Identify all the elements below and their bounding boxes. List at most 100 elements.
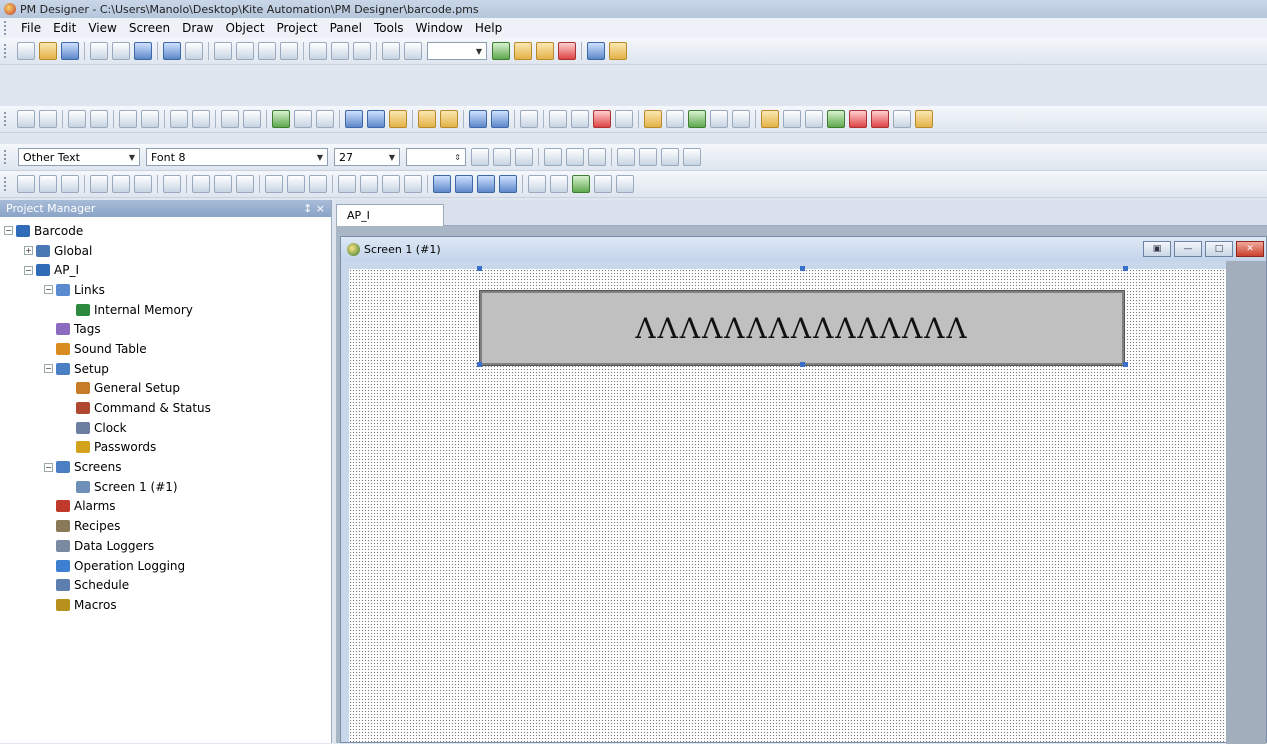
camera-icon[interactable] [549,110,567,128]
design-canvas[interactable]: ΛΛΛΛΛΛΛΛΛΛΛΛΛΛΛ [349,266,1226,742]
justify-icon[interactable] [683,148,701,166]
tree-tags[interactable]: Tags [0,319,331,339]
tree-screens[interactable]: − Screens [0,457,331,477]
tree-sound-table[interactable]: Sound Table [0,339,331,359]
spin-combo[interactable]: ⇕ [406,148,466,166]
menu-edit[interactable]: Edit [47,21,82,35]
tree-passwords[interactable]: Passwords [0,438,331,458]
tree-global[interactable]: + Global [0,241,331,261]
help-icon[interactable] [609,42,627,60]
screen-window-titlebar[interactable]: Screen 1 (#1) ▣ — □ ✕ [341,237,1266,261]
restore-layout-icon[interactable]: ▣ [1143,241,1171,257]
tree-macros[interactable]: Macros [0,595,331,615]
menu-screen[interactable]: Screen [123,21,176,35]
flip-v-icon[interactable] [550,175,568,193]
align-left-edges-icon[interactable] [17,175,35,193]
ungroup-icon[interactable] [360,175,378,193]
space-horizontal-icon[interactable] [265,175,283,193]
tree-recipes[interactable]: Recipes [0,516,331,536]
line-style-icon[interactable] [566,148,584,166]
snap-icon[interactable] [404,42,422,60]
menu-file[interactable]: File [15,21,47,35]
tree-data-loggers[interactable]: Data Loggers [0,536,331,556]
resize-handle[interactable] [800,362,805,367]
order-4-icon[interactable] [499,175,517,193]
animation-icon[interactable] [440,110,458,128]
menu-draw[interactable]: Draw [176,21,219,35]
line-color-icon[interactable] [493,148,511,166]
save-icon[interactable] [61,42,79,60]
align-left-icon[interactable] [617,148,635,166]
toolbar-grip[interactable] [4,112,9,126]
toolbar-grip[interactable] [4,21,9,35]
resize-handle[interactable] [477,362,482,367]
logger-icon[interactable] [710,110,728,128]
string-field-icon[interactable] [491,110,509,128]
space-vertical-icon[interactable] [287,175,305,193]
multistate-icon[interactable] [39,110,57,128]
button-object-icon[interactable] [17,110,35,128]
tree-barcode[interactable]: − Barcode [0,221,331,241]
toolbar-grip[interactable] [4,177,9,191]
keypad-icon[interactable] [783,110,801,128]
properties-icon[interactable] [587,42,605,60]
tree-schedule[interactable]: Schedule [0,575,331,595]
library-icon[interactable] [915,110,933,128]
expand-toggle-icon[interactable]: + [24,246,33,256]
close-icon[interactable]: ✕ [1236,241,1264,257]
menu-panel[interactable]: Panel [324,21,368,35]
tree-screen-1[interactable]: Screen 1 (#1) [0,477,331,497]
tree-operation-logging[interactable]: Operation Logging [0,556,331,576]
redo-icon[interactable] [185,42,203,60]
align-middle-icon[interactable] [112,175,130,193]
send-back-icon[interactable] [404,175,422,193]
progress-icon[interactable] [316,110,334,128]
text-insert-icon[interactable] [616,175,634,193]
tree-ap-i[interactable]: − AP_I [0,260,331,280]
panel-icon[interactable] [68,110,86,128]
expand-toggle-icon[interactable]: − [24,265,33,275]
screen-open-icon[interactable] [236,42,254,60]
key-icon[interactable] [761,110,779,128]
table-icon[interactable] [141,110,159,128]
resize-handle[interactable] [477,266,482,271]
font-combo[interactable]: Font 8 ▼ [146,148,328,166]
zoom-fit-icon[interactable] [353,42,371,60]
center-icon[interactable] [163,175,181,193]
tab-ap-i[interactable]: AP_I [336,204,444,226]
download-icon[interactable] [514,42,532,60]
align-center-icon[interactable] [639,148,657,166]
align-right-icon[interactable] [661,148,679,166]
tree-alarms[interactable]: Alarms [0,497,331,517]
pattern-icon[interactable] [544,148,562,166]
resize-handle[interactable] [1123,362,1128,367]
slider-icon[interactable] [170,110,188,128]
recipe-icon[interactable] [688,110,706,128]
compile-icon[interactable] [492,42,510,60]
numeric-display-icon[interactable] [345,110,363,128]
space-equal-icon[interactable] [309,175,327,193]
tree-command-status[interactable]: Command & Status [0,398,331,418]
simulate-icon[interactable] [558,42,576,60]
tree-internal-memory[interactable]: Internal Memory [0,300,331,320]
menu-window[interactable]: Window [410,21,469,35]
expand-toggle-icon[interactable]: − [4,226,13,236]
new-icon[interactable] [17,42,35,60]
xy-plot-icon[interactable] [805,110,823,128]
order-3-icon[interactable] [477,175,495,193]
same-width-icon[interactable] [192,175,210,193]
lamp-icon[interactable] [272,110,290,128]
window-icon[interactable] [90,110,108,128]
align-bottom-icon[interactable] [134,175,152,193]
calendar-icon[interactable] [593,110,611,128]
flip-h-icon[interactable] [528,175,546,193]
screen-new-icon[interactable] [214,42,232,60]
paste-icon[interactable] [134,42,152,60]
date-icon[interactable] [615,110,633,128]
screen-next-icon[interactable] [280,42,298,60]
maximize-icon[interactable]: □ [1205,241,1233,257]
order-2-icon[interactable] [455,175,473,193]
clock-icon[interactable] [571,110,589,128]
align-centers-icon[interactable] [39,175,57,193]
zoom-in-icon[interactable] [309,42,327,60]
